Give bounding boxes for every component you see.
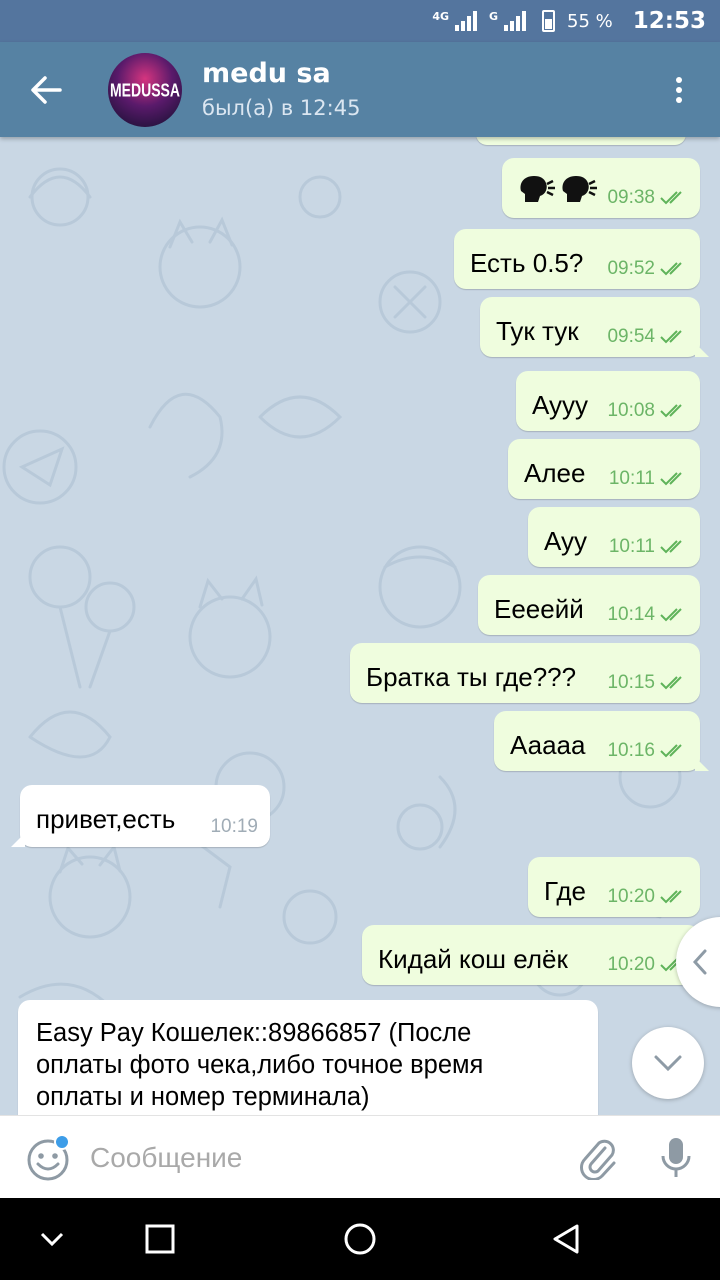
last-seen-status: был(а) в 12:45 <box>202 96 361 120</box>
double-check-icon <box>660 540 682 554</box>
message-bubble[interactable]: Братка ты где??? 10:15 <box>350 643 700 703</box>
message-line: оплаты фото чека,либо точное время <box>36 1051 484 1079</box>
network-type-label-2: G <box>489 9 499 23</box>
message-time: 10:16 <box>607 740 655 761</box>
battery-icon <box>542 10 556 32</box>
arrow-left-icon <box>31 76 62 104</box>
message-bubble[interactable]: Ауу 10:11 <box>528 507 700 567</box>
message-time: 10:15 <box>607 672 655 693</box>
chevron-down-icon <box>654 1055 682 1072</box>
message-bubble[interactable]: Ааааа 10:16 <box>494 711 709 771</box>
microphone-icon[interactable] <box>656 1136 696 1180</box>
message-composer <box>0 1115 720 1198</box>
scroll-down-button[interactable] <box>632 1027 704 1099</box>
message-time: 09:52 <box>607 258 655 279</box>
paperclip-icon[interactable] <box>578 1136 618 1180</box>
message-text: Братка ты где??? <box>366 662 577 692</box>
triangle-back-icon <box>553 1224 579 1254</box>
message-time: 10:14 <box>607 604 655 625</box>
double-check-icon <box>660 330 682 344</box>
home-button[interactable] <box>330 1211 390 1267</box>
message-time: 09:38 <box>607 187 655 208</box>
system-nav-bar <box>0 1198 720 1280</box>
notification-dot <box>54 1134 70 1150</box>
status-bar: 4G G 55 % 12:53 <box>0 0 720 42</box>
message-time: 10:19 <box>210 816 258 837</box>
message-line: оплаты и номер терминала) <box>36 1083 370 1111</box>
double-check-icon <box>660 262 682 276</box>
message-time: 10:20 <box>607 954 655 975</box>
speaking-head-emoji-group <box>518 174 598 204</box>
message-text: Ааааа <box>510 730 586 760</box>
message-text: Easy Pay Кошелек::89866857 (После оплаты… <box>36 1017 576 1113</box>
message-text: Аууу <box>532 390 589 420</box>
message-time: 09:54 <box>607 326 655 347</box>
message-bubble-incoming[interactable]: Easy Pay Кошелек::89866857 (После оплаты… <box>18 1000 598 1115</box>
double-check-icon <box>660 191 682 205</box>
message-bubble-partial[interactable] <box>476 137 686 145</box>
double-check-icon <box>660 404 682 418</box>
square-icon <box>145 1224 175 1254</box>
message-input[interactable] <box>90 1140 550 1176</box>
avatar[interactable]: MEDUSSA <box>108 53 182 127</box>
message-line: Easy Pay Кошелек::89866857 (После <box>36 1019 472 1047</box>
double-check-icon <box>660 744 682 758</box>
signal-icon-2 <box>504 11 527 31</box>
back-button[interactable] <box>18 64 74 116</box>
speaking-head-icon <box>520 176 555 202</box>
message-bubble[interactable]: Еееейй 10:14 <box>478 575 700 635</box>
message-bubble[interactable]: 09:38 <box>502 158 700 218</box>
circle-icon <box>344 1223 376 1255</box>
message-time: 10:08 <box>607 400 655 421</box>
message-text: Еееейй <box>494 594 584 624</box>
speaking-head-icon <box>562 176 597 202</box>
message-bubble[interactable]: Есть 0.5? 09:52 <box>454 229 700 289</box>
message-text: Где <box>544 876 586 906</box>
message-bubble-incoming[interactable]: привет,есть 10:19 <box>11 785 270 847</box>
message-text: Ауу <box>544 526 588 556</box>
system-back-button[interactable] <box>536 1211 596 1267</box>
chevron-down-icon <box>40 1232 64 1247</box>
message-time: 10:20 <box>607 886 655 907</box>
chevron-left-icon <box>692 949 707 975</box>
message-text: Алее <box>524 458 586 488</box>
message-time: 10:11 <box>608 468 655 489</box>
message-bubble[interactable]: Аууу 10:08 <box>516 371 700 431</box>
message-time: 10:11 <box>608 536 655 557</box>
signal-icon <box>455 11 478 31</box>
message-text: привет,есть <box>36 804 176 834</box>
more-menu-button[interactable] <box>660 64 698 116</box>
double-check-icon <box>660 890 682 904</box>
avatar-logo-text: MEDUSSA <box>109 79 180 101</box>
double-check-icon <box>660 676 682 690</box>
message-bubble[interactable]: Кидай кош елёк 10:20 <box>362 925 709 985</box>
message-bubble[interactable]: Где 10:20 <box>528 857 700 917</box>
double-check-icon <box>660 472 682 486</box>
message-list[interactable]: 09:38 Есть 0.5? 09:52 Тук тук 09:54 Аууу… <box>0 137 720 1115</box>
more-vertical-icon <box>676 77 682 83</box>
network-type-label: 4G <box>432 9 450 23</box>
message-bubble[interactable]: Алее 10:11 <box>508 439 700 499</box>
hide-keyboard-button[interactable] <box>22 1211 82 1267</box>
message-text: Кидай кош елёк <box>378 944 568 974</box>
message-text: Есть 0.5? <box>470 248 584 278</box>
message-text: Тук тук <box>496 316 579 346</box>
battery-percent: 55 % <box>567 10 613 32</box>
clock: 12:53 <box>632 8 706 34</box>
chat-title[interactable]: medu sa <box>202 58 331 89</box>
recents-button[interactable] <box>130 1211 190 1267</box>
chat-header: MEDUSSA medu sa был(а) в 12:45 <box>0 42 720 137</box>
message-bubble[interactable]: Тук тук 09:54 <box>480 297 709 357</box>
double-check-icon <box>660 608 682 622</box>
